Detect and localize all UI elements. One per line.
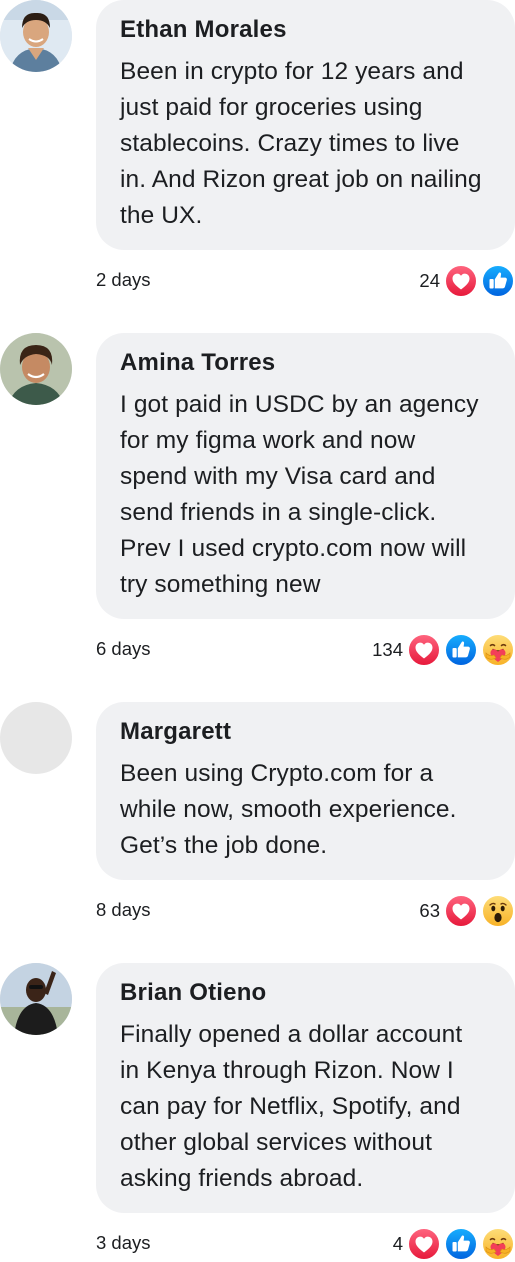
like-icon bbox=[444, 633, 478, 667]
reaction-count[interactable]: 4 bbox=[393, 1233, 403, 1255]
like-icon bbox=[444, 1227, 478, 1261]
comment-bubble: Ethan Morales Been in crypto for 12 year… bbox=[96, 0, 515, 250]
avatar[interactable] bbox=[0, 963, 72, 1035]
reaction-count[interactable]: 63 bbox=[419, 900, 440, 922]
avatar-image bbox=[0, 963, 72, 1035]
avatar-image bbox=[0, 0, 72, 72]
comment-bubble: Margarett Been using Crypto.com for a wh… bbox=[96, 702, 515, 880]
care-icon bbox=[481, 1227, 515, 1261]
care-icon bbox=[481, 633, 515, 667]
reactions-summary[interactable]: 134 bbox=[372, 632, 515, 668]
comment-meta: 3 days 4 bbox=[96, 1226, 515, 1262]
comment-author[interactable]: Brian Otieno bbox=[120, 977, 491, 1009]
comment-meta: 8 days 63 bbox=[96, 893, 515, 929]
reactions-summary[interactable]: 4 bbox=[393, 1226, 515, 1262]
comment-text: Been using Crypto.com for a while now, s… bbox=[120, 760, 457, 859]
comment-author[interactable]: Ethan Morales bbox=[120, 14, 491, 46]
heart-icon bbox=[444, 894, 478, 928]
comment-timestamp[interactable]: 3 days bbox=[96, 1232, 151, 1254]
reaction-count[interactable]: 134 bbox=[372, 639, 403, 661]
reaction-count[interactable]: 24 bbox=[419, 270, 440, 292]
like-icon bbox=[481, 264, 515, 298]
comment-text: Been in crypto for 12 years and just pai… bbox=[120, 58, 482, 229]
heart-icon bbox=[407, 1227, 441, 1261]
avatar-image bbox=[0, 333, 72, 405]
comment-meta: 2 days 24 bbox=[96, 263, 515, 299]
comment-bubble: Amina Torres I got paid in USDC by an ag… bbox=[96, 333, 515, 619]
comment-bubble: Brian Otieno Finally opened a dollar acc… bbox=[96, 963, 515, 1213]
reactions-summary[interactable]: 24 bbox=[419, 263, 515, 299]
comment-text: I got paid in USDC by an agency for my f… bbox=[120, 391, 479, 598]
avatar[interactable] bbox=[0, 333, 72, 405]
heart-icon bbox=[407, 633, 441, 667]
comment-author[interactable]: Amina Torres bbox=[120, 347, 491, 379]
comment-author[interactable]: Margarett bbox=[120, 716, 491, 748]
comment-meta: 6 days 134 bbox=[96, 632, 515, 668]
comment-timestamp[interactable]: 6 days bbox=[96, 638, 151, 660]
avatar[interactable] bbox=[0, 702, 72, 774]
comment-timestamp[interactable]: 8 days bbox=[96, 899, 151, 921]
avatar[interactable] bbox=[0, 0, 72, 72]
comment-timestamp[interactable]: 2 days bbox=[96, 269, 151, 291]
comment-text: Finally opened a dollar account in Kenya… bbox=[120, 1021, 463, 1192]
reactions-summary[interactable]: 63 bbox=[419, 893, 515, 929]
heart-icon bbox=[444, 264, 478, 298]
wow-icon bbox=[481, 894, 515, 928]
